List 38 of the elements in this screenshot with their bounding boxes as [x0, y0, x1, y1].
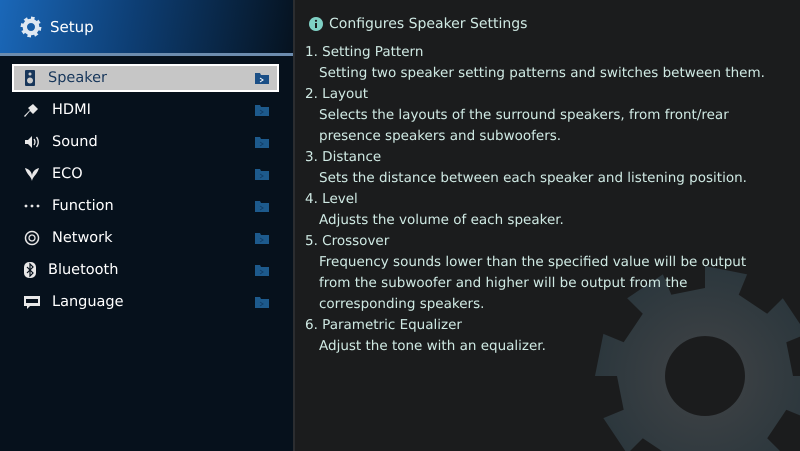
section-heading: 6. Parametric Equalizer	[305, 316, 463, 335]
section-description: Selects the layouts of the surround speakers, from front/rear presence speakers and subwoofers.	[318, 106, 730, 146]
section-heading: 5. Crossover	[305, 232, 390, 251]
menu-item[interactable]: Network	[12, 224, 279, 252]
folder-icon	[255, 168, 269, 180]
menu-item[interactable]: Sound	[12, 128, 279, 156]
section-description: Sets the distance between each speaker and listening position.	[318, 169, 748, 188]
folder-icon	[255, 136, 269, 148]
folder-icon	[255, 264, 269, 276]
info-icon	[309, 17, 323, 31]
section-heading: 1. Setting Pattern	[305, 43, 424, 62]
folder-icon	[255, 200, 269, 212]
menu-item[interactable]: HDMI	[12, 96, 279, 124]
dots-icon	[24, 204, 40, 208]
section-heading: 2. Layout	[305, 85, 370, 104]
header-title: Setup	[50, 18, 94, 36]
menu-item[interactable]: ECO	[12, 160, 279, 188]
menu-item[interactable]: Language	[12, 288, 279, 316]
folder-icon	[255, 104, 269, 116]
section-description: Frequency sounds lower than the specified value will be output from the subwoofer and higher will be output from the corresponding speakers.	[318, 253, 748, 314]
section-heading: 4. Level	[305, 190, 359, 209]
globe-icon	[24, 230, 40, 246]
speaker-icon	[24, 70, 36, 86]
info-title: Configures Speaker Settings	[329, 16, 528, 32]
section-description: Adjust the tone with an equalizer.	[318, 337, 547, 356]
section-heading: 3. Distance	[305, 148, 382, 167]
section-description: Setting two speaker setting patterns and switches between them.	[318, 64, 766, 83]
section-description: Adjusts the volume of each speaker.	[318, 211, 565, 230]
bluetooth-icon	[24, 262, 36, 278]
folder-icon	[255, 232, 269, 244]
menu-item[interactable]: Function	[12, 192, 279, 220]
menu-item[interactable]: Speaker	[12, 64, 279, 92]
settings-icon	[20, 16, 42, 38]
speaker-volume-icon	[24, 135, 40, 149]
folder-icon	[255, 72, 269, 84]
folder-icon	[255, 296, 269, 308]
menu-item[interactable]: Bluetooth	[12, 256, 279, 284]
leaf-icon	[24, 166, 40, 182]
